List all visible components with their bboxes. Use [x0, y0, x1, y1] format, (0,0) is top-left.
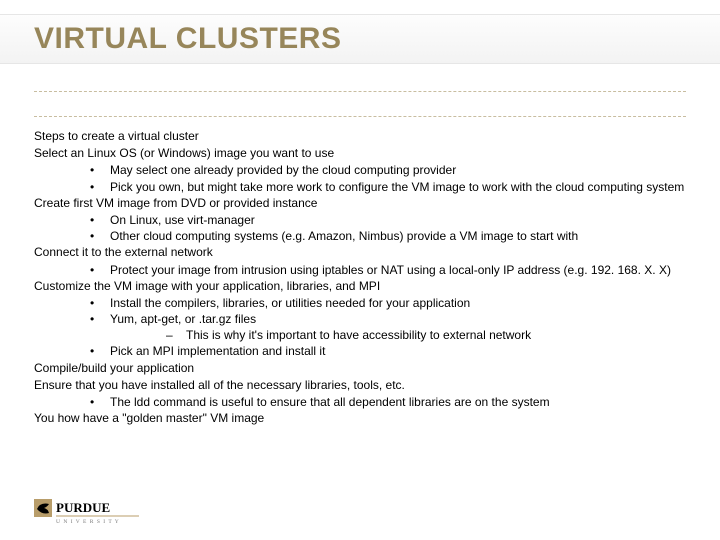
step-2-bullet-1: On Linux, use virt-manager [90, 212, 686, 228]
step-7: You how have a "golden master" VM image [34, 410, 686, 426]
step-6-bullet-1: The ldd command is useful to ensure that… [90, 394, 686, 410]
step-4-bullet-2: Yum, apt-get, or .tar.gz files This is w… [90, 311, 686, 343]
svg-text:PURDUE: PURDUE [56, 500, 110, 515]
step-6: Ensure that you have installed all of th… [34, 377, 686, 393]
step-2: Create first VM image from DVD or provid… [34, 195, 686, 211]
title-band: VIRTUAL CLUSTERS [0, 14, 720, 64]
purdue-logo: PURDUE U N I V E R S I T Y [34, 496, 144, 526]
step-5: Compile/build your application [34, 360, 686, 376]
step-4-bullet-1: Install the compilers, libraries, or uti… [90, 295, 686, 311]
step-1: Select an Linux OS (or Windows) image yo… [34, 145, 686, 161]
slide-body: Steps to create a virtual cluster Select… [34, 128, 686, 427]
step-4: Customize the VM image with your applica… [34, 278, 686, 294]
step-1-bullet-2: Pick you own, but might take more work t… [90, 179, 686, 195]
step-1-bullet-1: May select one already provided by the c… [90, 162, 686, 178]
divider-1 [34, 91, 686, 92]
step-4-subbullet-1: This is why it's important to have acces… [166, 327, 686, 343]
step-3: Connect it to the external network [34, 244, 686, 260]
step-3-bullet-1: Protect your image from intrusion using … [90, 262, 686, 278]
step-2-bullet-2: Other cloud computing systems (e.g. Amaz… [90, 228, 686, 244]
intro-line: Steps to create a virtual cluster [34, 128, 686, 144]
slide-title: VIRTUAL CLUSTERS [34, 22, 341, 56]
divider-2 [34, 116, 686, 117]
svg-text:U N I V E R S I T Y: U N I V E R S I T Y [56, 519, 120, 525]
step-4-bullet-3: Pick an MPI implementation and install i… [90, 343, 686, 359]
